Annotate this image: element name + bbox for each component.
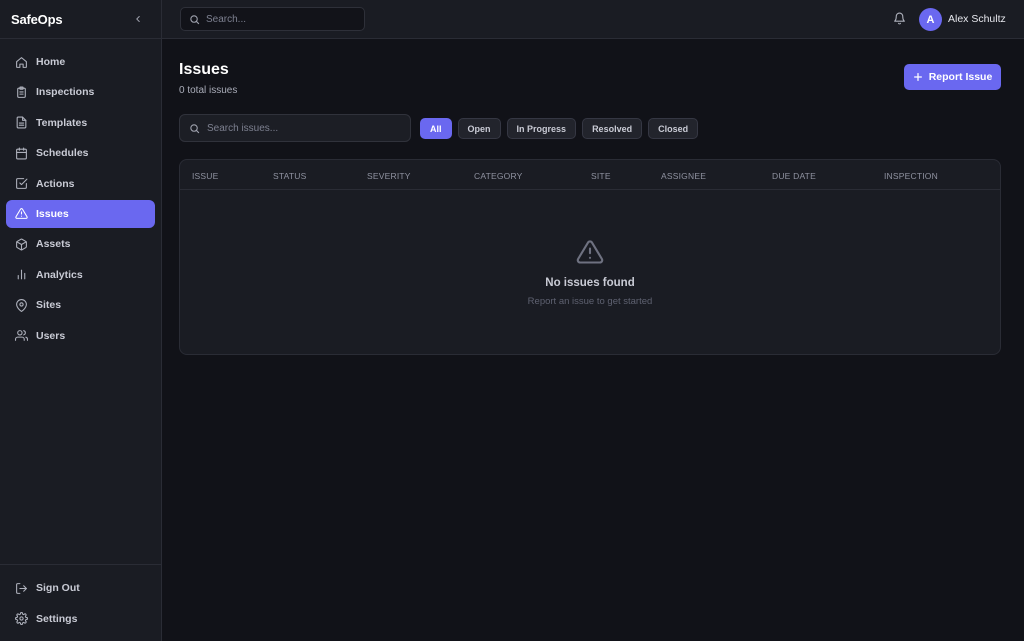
column-header-due-date[interactable]: DUE DATE [772,171,816,181]
sidebar-item-actions[interactable]: Actions [6,170,155,198]
plus-icon [913,72,923,82]
filter-resolved[interactable]: Resolved [582,118,643,139]
filter-closed[interactable]: Closed [648,118,699,139]
box-icon [14,237,28,251]
sidebar-item-schedules[interactable]: Schedules [6,139,155,167]
file-icon [14,116,28,130]
sidebar-item-label: Inspections [36,86,95,99]
alert-triangle-icon [576,238,604,266]
column-header-site[interactable]: SITE [591,171,611,181]
table-header: ISSUE STATUS SEVERITY CATEGORY SITE ASSI… [180,160,1000,190]
global-search[interactable] [180,7,365,31]
column-header-inspection[interactable]: INSPECTION [884,171,938,181]
global-search-input[interactable] [206,13,364,25]
sidebar-header: SafeOps [0,0,161,39]
sidebar-item-label: Assets [36,238,71,251]
alert-triangle-icon [14,207,28,221]
bell-icon[interactable] [893,12,907,26]
column-header-assignee[interactable]: ASSIGNEE [661,171,706,181]
brand-logo: SafeOps [11,11,63,27]
log-out-icon [14,581,28,595]
sidebar-item-inspections[interactable]: Inspections [6,78,155,106]
users-icon [14,329,28,343]
column-header-category[interactable]: CATEGORY [474,171,523,181]
sidebar-item-label: Issues [36,207,69,220]
app-root: SafeOps Home Inspections Templates Sched… [0,0,1024,641]
search-icon [189,123,200,134]
issue-search[interactable] [179,114,411,142]
page-title: Issues [179,61,229,78]
empty-state-subtitle: Report an issue to get started [527,296,653,307]
sidebar-item-label: Actions [36,177,75,190]
sidebar-item-label: Home [36,56,66,68]
clipboard-icon [14,85,28,99]
sidebar-item-label: Schedules [36,147,89,160]
sidebar-nav: Home Inspections Templates Schedules Act… [0,39,161,350]
issue-count: 0 total issues [179,85,238,96]
empty-state: No issues found Report an issue to get s… [180,238,1000,307]
sidebar-footer: Sign Out Settings [0,564,161,641]
topbar: A Alex Schultz [162,0,1024,39]
sidebar-item-label: Settings [36,612,78,625]
bar-chart-icon [14,268,28,282]
column-header-issue[interactable]: ISSUE [192,171,219,181]
sidebar-item-templates[interactable]: Templates [6,109,155,137]
user-name[interactable]: Alex Schultz [948,13,1006,25]
chevron-left-icon[interactable] [131,12,145,26]
sidebar-item-analytics[interactable]: Analytics [6,261,155,289]
settings-button[interactable]: Settings [6,605,155,633]
sidebar-item-label: Sign Out [36,582,80,595]
sidebar-item-home[interactable]: Home [6,48,155,76]
calendar-icon [14,146,28,160]
report-issue-label: Report Issue [928,71,993,83]
sidebar-item-assets[interactable]: Assets [6,230,155,258]
filter-all[interactable]: All [420,118,452,139]
sidebar-item-label: Templates [36,116,88,129]
sidebar-item-label: Users [36,329,66,342]
search-icon [189,14,200,25]
empty-state-title: No issues found [545,277,635,289]
check-square-icon [14,177,28,191]
avatar[interactable]: A [919,8,942,31]
issues-table: ISSUE STATUS SEVERITY CATEGORY SITE ASSI… [179,159,1001,355]
report-issue-button[interactable]: Report Issue [904,64,1001,90]
map-pin-icon [14,298,28,312]
sidebar-item-users[interactable]: Users [6,322,155,350]
gear-icon [14,612,28,626]
filter-open[interactable]: Open [457,118,501,139]
column-header-severity[interactable]: SEVERITY [367,171,411,181]
sidebar: SafeOps Home Inspections Templates Sched… [0,0,162,641]
sidebar-item-sites[interactable]: Sites [6,291,155,319]
sidebar-item-label: Analytics [36,268,83,281]
home-icon [14,55,28,69]
status-filters: All Open In Progress Resolved Closed [420,118,699,139]
issue-search-input[interactable] [207,122,410,134]
filter-in-progress[interactable]: In Progress [506,118,577,139]
column-header-status[interactable]: STATUS [273,171,306,181]
sidebar-item-issues[interactable]: Issues [6,199,155,228]
main-content: Issues 0 total issues Report Issue All O… [162,39,1024,641]
sign-out-button[interactable]: Sign Out [6,574,155,602]
sidebar-item-label: Sites [36,299,62,312]
